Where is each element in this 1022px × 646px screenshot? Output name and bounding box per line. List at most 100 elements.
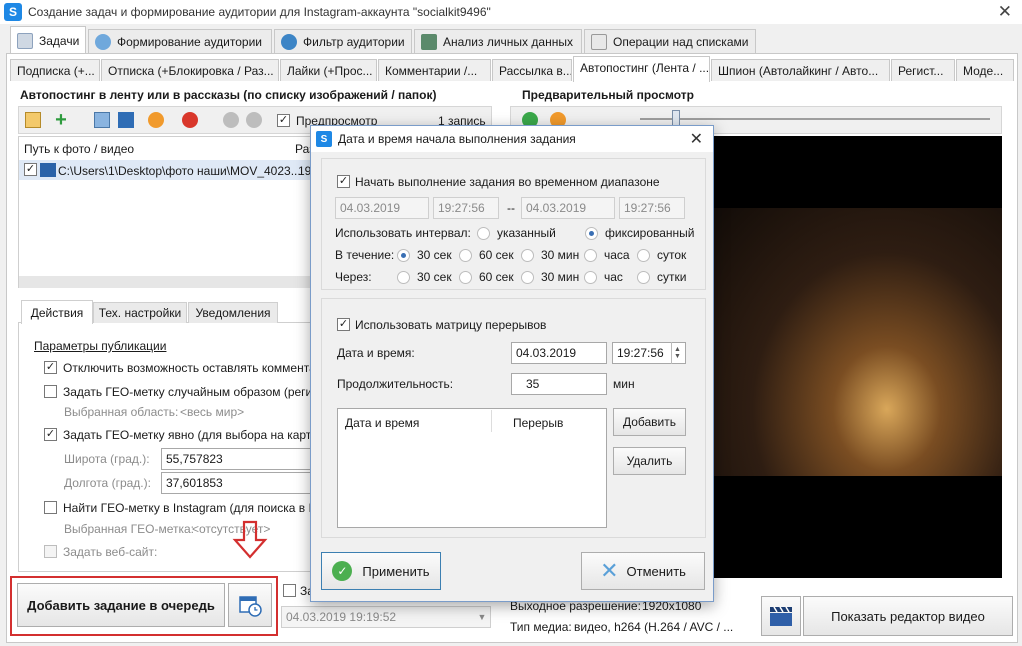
every-60s-radio[interactable] xyxy=(459,271,472,284)
matrix-datetime-label: Дата и время: xyxy=(337,346,415,360)
add-break-button[interactable]: Добавить xyxy=(613,408,686,436)
dialog-app-icon: S xyxy=(316,131,332,147)
subtab-unsubscribe[interactable]: Отписка (+Блокировка / Раз... xyxy=(101,59,279,81)
geo-random-checkbox[interactable] xyxy=(44,385,57,398)
move-down-icon[interactable] xyxy=(246,112,262,128)
selected-area-label: Выбранная область: xyxy=(64,405,179,419)
selected-geo-label: Выбранная ГЕО-метка: xyxy=(64,522,194,536)
row-path: C:\Users\1\Desktop\фото наши\MOV_4023... xyxy=(58,164,301,178)
tab-lists-label: Операции над списками xyxy=(613,34,749,49)
website-label: Задать веб-сайт: xyxy=(63,545,158,559)
during-label: В течение: xyxy=(335,248,395,262)
tab-filter[interactable]: Фильтр аудитории xyxy=(274,29,412,53)
left-panel-title: Автопостинг в ленту или в рассказы (по с… xyxy=(20,88,437,102)
video-editor-icon-button[interactable] xyxy=(761,596,801,636)
subtab-autoposting[interactable]: Автопостинг (Лента / ... xyxy=(573,56,710,82)
selected-area-value: <весь мир> xyxy=(180,405,245,419)
dialog-close-icon[interactable]: ✕ xyxy=(690,129,703,149)
apply-button-label: Применить xyxy=(362,563,430,579)
website-checkbox[interactable] xyxy=(44,545,57,558)
window-close-icon[interactable]: ✕ xyxy=(998,2,1012,22)
remove-icon[interactable] xyxy=(182,112,198,128)
start-in-range-checkbox[interactable]: ✓ xyxy=(337,175,350,188)
cancel-button[interactable]: ✕ Отменить xyxy=(581,552,705,590)
during-30m-radio[interactable] xyxy=(521,249,534,262)
seek-handle[interactable] xyxy=(672,110,680,126)
tab-actions[interactable]: Действия xyxy=(21,300,93,324)
add-to-queue-button[interactable]: Добавить задание в очередь xyxy=(17,583,225,627)
subtab-moderation[interactable]: Моде... xyxy=(956,59,1014,81)
during-day-label: суток xyxy=(657,248,687,262)
tab-analysis[interactable]: Анализ личных данных xyxy=(414,29,582,53)
save-icon[interactable] xyxy=(118,112,134,128)
subtab-comments[interactable]: Комментарии /... xyxy=(378,59,491,81)
during-30m-label: 30 мин xyxy=(541,248,580,262)
every-label: Через: xyxy=(335,270,372,284)
geo-explicit-checkbox[interactable]: ✓ xyxy=(44,428,57,441)
subtab-mailing[interactable]: Рассылка в... xyxy=(492,59,572,81)
time-spinner[interactable]: ▲ ▼ xyxy=(671,342,683,364)
every-60s-label: 60 сек xyxy=(479,270,514,284)
publication-params-header: Параметры публикации xyxy=(34,339,167,353)
interval-fixed-radio[interactable] xyxy=(585,227,598,240)
tab-tasks[interactable]: Задачи xyxy=(10,26,86,54)
video-frame-image xyxy=(714,208,1002,476)
every-hour-label: час xyxy=(604,270,623,284)
schedule-checkbox[interactable] xyxy=(283,584,296,597)
add-icon[interactable]: + xyxy=(53,109,69,131)
annotation-down-arrow-icon xyxy=(232,520,268,559)
during-60s-radio[interactable] xyxy=(459,249,472,262)
tab-audience[interactable]: Формирование аудитории xyxy=(88,29,272,53)
seek-track[interactable] xyxy=(640,118,990,120)
check-orange-icon[interactable] xyxy=(148,112,164,128)
preview-checkbox[interactable]: ✓ xyxy=(277,114,290,127)
during-hour-radio[interactable] xyxy=(584,249,597,262)
geo-find-checkbox[interactable] xyxy=(44,501,57,514)
interval-specified-radio[interactable] xyxy=(477,227,490,240)
latitude-input[interactable]: 55,757823 xyxy=(161,448,311,470)
delete-break-button[interactable]: Удалить xyxy=(613,447,686,475)
tab-filter-label: Фильтр аудитории xyxy=(303,34,405,49)
calendar-clock-icon xyxy=(239,596,262,617)
tab-analysis-label: Анализ личных данных xyxy=(443,34,573,49)
matrix-date-field[interactable]: 04.03.2019 xyxy=(511,342,607,364)
cancel-x-icon: ✕ xyxy=(600,558,619,583)
start-in-range-label: Начать выполнение задания во временном д… xyxy=(355,175,660,189)
subtab-subscribe[interactable]: Подписка (+... xyxy=(10,59,100,81)
date-to-field[interactable]: 04.03.2019 xyxy=(521,197,615,219)
use-matrix-checkbox[interactable]: ✓ xyxy=(337,318,350,331)
open-folder-icon[interactable] xyxy=(25,112,41,128)
during-30s-radio[interactable] xyxy=(397,249,410,262)
longitude-input[interactable]: 37,601853 xyxy=(161,472,311,494)
subtab-likes[interactable]: Лайки (+Прос... xyxy=(280,59,377,81)
every-30s-radio[interactable] xyxy=(397,271,410,284)
row-checkbox[interactable]: ✓ xyxy=(24,163,37,176)
window-title: Создание задач и формирование аудитории … xyxy=(28,5,491,19)
date-from-field[interactable]: 04.03.2019 xyxy=(335,197,429,219)
show-video-editor-button[interactable]: Показать редактор видео xyxy=(803,596,1013,636)
tasks-icon xyxy=(17,32,33,49)
duration-input[interactable]: 35 xyxy=(511,373,607,395)
disable-comments-checkbox[interactable]: ✓ xyxy=(44,361,57,374)
every-30m-radio[interactable] xyxy=(521,271,534,284)
apply-button[interactable]: ✓ Применить xyxy=(321,552,441,590)
during-hour-label: часа xyxy=(604,248,630,262)
every-hour-radio[interactable] xyxy=(584,271,597,284)
move-up-icon[interactable] xyxy=(223,112,239,128)
tab-notifications[interactable]: Уведомления xyxy=(188,302,278,323)
subtab-register[interactable]: Регист... xyxy=(891,59,955,81)
chevron-down-icon: ▼ xyxy=(477,612,487,622)
column-divider xyxy=(491,410,492,432)
time-to-field[interactable]: 19:27:56 xyxy=(619,197,685,219)
time-from-field[interactable]: 19:27:56 xyxy=(433,197,499,219)
schedule-calendar-button[interactable] xyxy=(228,583,272,627)
tab-tech-settings[interactable]: Тех. настройки xyxy=(93,302,187,323)
every-day-radio[interactable] xyxy=(637,271,650,284)
schedule-datetime-field[interactable]: 04.03.2019 19:19:52 xyxy=(281,606,491,628)
tab-lists[interactable]: Операции над списками xyxy=(584,29,756,53)
subtab-spy[interactable]: Шпион (Автолайкинг / Авто... xyxy=(711,59,890,81)
image-icon[interactable] xyxy=(94,112,110,128)
tab-tasks-label: Задачи xyxy=(39,33,80,48)
during-30s-label: 30 сек xyxy=(417,248,452,262)
during-day-radio[interactable] xyxy=(637,249,650,262)
